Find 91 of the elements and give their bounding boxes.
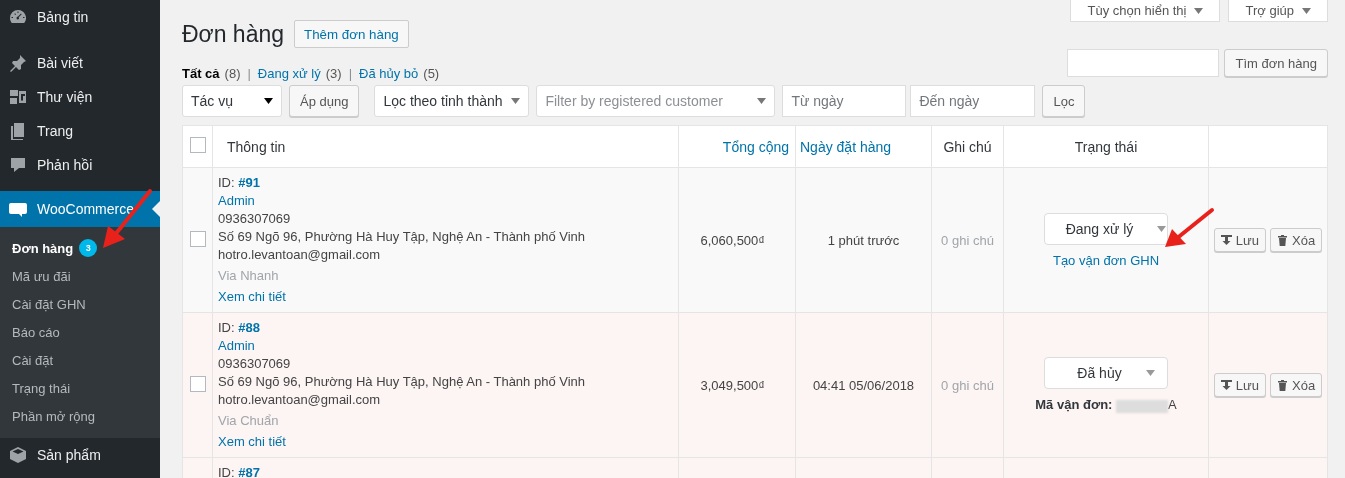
caret-icon xyxy=(511,98,521,104)
dropdown-tab[interactable]: Tùy chọn hiển thị xyxy=(1070,0,1221,22)
column-header: Ghi chú xyxy=(943,138,992,155)
view-link[interactable]: Tất cả xyxy=(182,66,220,81)
caret-icon xyxy=(1157,225,1167,232)
view-count: (8) xyxy=(224,66,241,81)
download-icon xyxy=(1220,234,1232,246)
tracking-suffix: A xyxy=(1168,397,1177,413)
caret-icon xyxy=(757,98,767,104)
order-total: 6,060,500₫ xyxy=(700,232,765,248)
details-link[interactable]: Xem chi tiết xyxy=(218,434,286,449)
customer-name[interactable]: Admin xyxy=(218,338,255,353)
submenu-item[interactable]: Cài đặt GHN xyxy=(0,290,160,318)
page-title: Đơn hàng xyxy=(182,20,285,48)
customer-name[interactable]: Admin xyxy=(218,193,255,208)
tracking-label: Mã vận đơn: xyxy=(1035,397,1113,413)
view-separator: | xyxy=(347,66,354,81)
view-link[interactable]: Đang xử lý xyxy=(257,66,321,81)
view-separator: | xyxy=(246,66,252,81)
province-filter-select[interactable]: Lọc theo tỉnh thành xyxy=(374,85,530,117)
email: hotro.levantoan@gmail.com xyxy=(218,247,381,262)
checkbox[interactable] xyxy=(189,375,206,392)
checkbox[interactable] xyxy=(189,137,206,153)
order-date: 1 phút trước xyxy=(827,232,900,248)
phone-number: 0936307069 xyxy=(218,211,291,226)
address: Số 69 Ngõ 96, Phường Hà Huy Tập, Nghệ An - Thành phố Vinh xyxy=(218,374,586,389)
order-link[interactable]: #91 xyxy=(238,175,260,190)
delete-button[interactable]: Xóa xyxy=(1270,228,1323,252)
caret-icon xyxy=(1302,7,1311,14)
blurred-code xyxy=(1116,399,1169,413)
checkbox[interactable] xyxy=(189,230,206,247)
column-header: Thông tin xyxy=(227,138,286,155)
notes-count: 0 ghi chú xyxy=(941,232,994,248)
from-date-field[interactable]: Từ ngày xyxy=(782,85,907,117)
media-icon xyxy=(8,87,28,107)
pushpin-icon xyxy=(8,53,28,73)
submenu-item[interactable]: Cài đặt xyxy=(0,346,160,374)
view-link[interactable]: Đã hủy bỏ xyxy=(359,66,419,81)
dropdown-tab[interactable]: Trợ giúp xyxy=(1228,0,1328,22)
menu-item[interactable]: Phản hồi xyxy=(0,148,160,182)
submenu-item[interactable]: Phần mở rộng xyxy=(0,402,160,430)
search-field[interactable] xyxy=(1067,49,1220,77)
delete-button[interactable]: Xóa xyxy=(1270,373,1323,397)
add-order-button[interactable]: Thêm đơn hàng xyxy=(294,20,409,48)
caret-icon xyxy=(1145,370,1155,377)
menu-item[interactable]: WooCommerce xyxy=(0,191,160,227)
bulk-action-select[interactable]: Tác vụ xyxy=(182,85,282,117)
filter-button[interactable]: Lọc xyxy=(1042,85,1086,117)
to-date-field[interactable]: Đến ngày xyxy=(910,85,1036,117)
trash-icon xyxy=(1277,379,1288,391)
order-date: 04:41 05/06/2018 xyxy=(812,377,915,393)
order-link[interactable]: #87 xyxy=(238,465,260,478)
caret-icon xyxy=(1194,7,1204,14)
shipping-method: Via Nhanh xyxy=(218,268,279,283)
shipping-method: Via Chuẩn xyxy=(218,413,279,428)
menu-item[interactable]: Bài viết xyxy=(0,46,160,80)
speech-bubble-icon xyxy=(8,155,28,175)
save-button[interactable]: Lưu xyxy=(1213,228,1266,252)
status-select[interactable]: Đang xử lý xyxy=(1044,212,1168,245)
download-icon xyxy=(1220,379,1232,391)
address: Số 69 Ngõ 96, Phường Hà Huy Tập, Nghệ An - Thành phố Vinh xyxy=(218,229,586,244)
order-id: ID: #91 xyxy=(218,174,261,192)
email: hotro.levantoan@gmail.com xyxy=(218,392,381,407)
status-select[interactable]: Đã hủy xyxy=(1044,357,1168,390)
save-button[interactable]: Lưu xyxy=(1213,373,1266,397)
column-header: Trạng thái xyxy=(1074,138,1138,155)
apply-button[interactable]: Áp dụng xyxy=(289,85,360,117)
view-count: (5) xyxy=(423,66,440,81)
menu-item[interactable]: Sản phẩm xyxy=(0,438,160,472)
order-total: 3,049,500₫ xyxy=(700,377,765,393)
menu-item[interactable]: Trang xyxy=(0,114,160,148)
menu-item[interactable]: Bảng tin xyxy=(0,0,160,34)
trash-icon xyxy=(1277,234,1288,246)
submenu-item[interactable]: Mã ưu đãi xyxy=(0,262,160,290)
notes-count: 0 ghi chú xyxy=(941,377,994,393)
view-count: (3) xyxy=(325,66,342,81)
search-button[interactable]: Tìm đơn hàng xyxy=(1224,49,1328,77)
order-link[interactable]: #88 xyxy=(238,320,260,335)
phone-number: 0936307069 xyxy=(218,356,291,371)
submenu-item[interactable]: Trạng thái xyxy=(0,374,160,402)
arrow-annotation xyxy=(1162,207,1216,249)
caret-icon xyxy=(264,98,273,104)
order-id: ID: #87 xyxy=(218,464,261,478)
create-shipment-link[interactable]: Tạo vận đơn GHN xyxy=(1052,252,1160,268)
box-icon xyxy=(8,445,28,465)
order-id: ID: #88 xyxy=(218,319,261,337)
count-badge: 3 xyxy=(79,239,98,257)
submenu-item[interactable]: Báo cáo xyxy=(0,318,160,346)
menu-item[interactable]: Thư viện xyxy=(0,80,160,114)
details-link[interactable]: Xem chi tiết xyxy=(218,289,286,304)
submenu-item[interactable]: Đơn hàng 3 xyxy=(0,234,160,262)
